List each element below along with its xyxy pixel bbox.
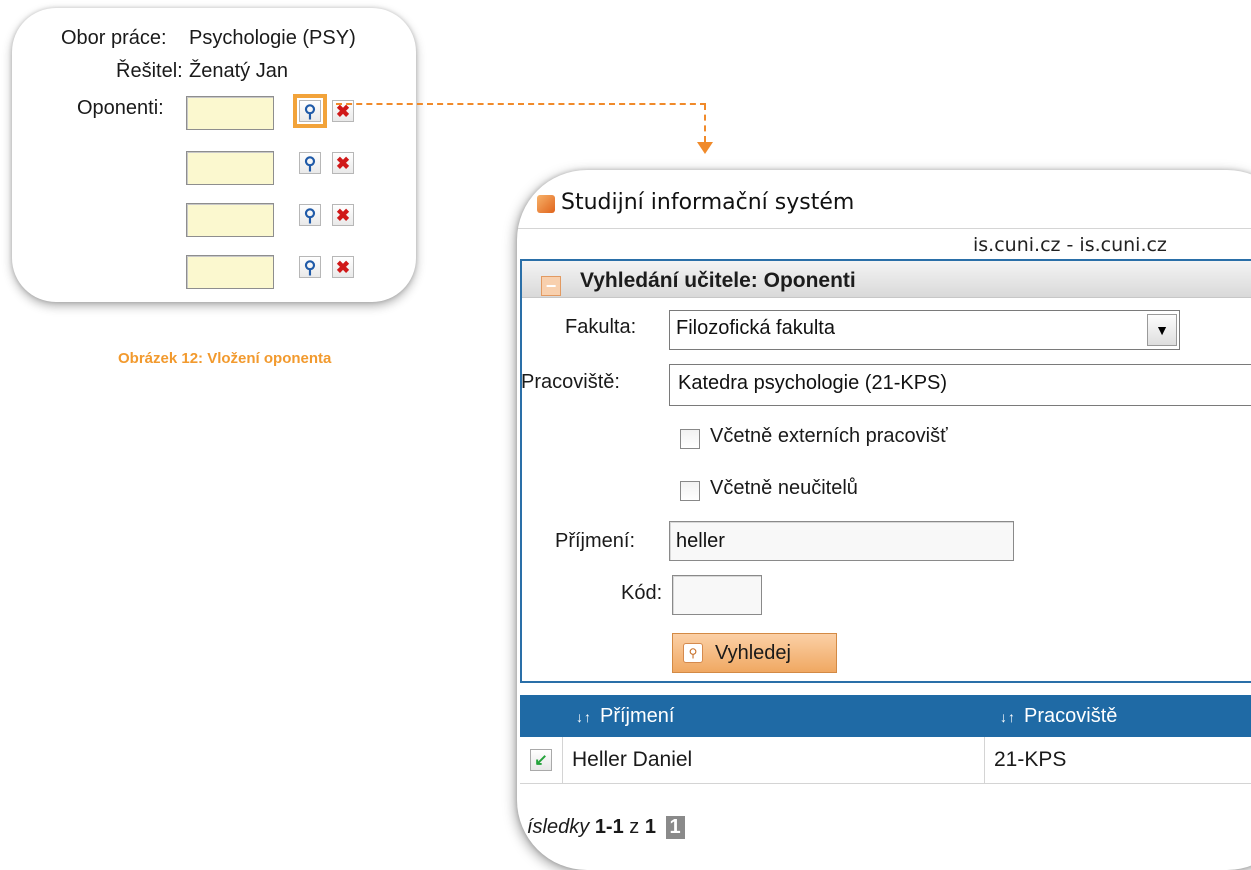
results-table-header: ↓↑ Příjmení ↓↑ Pracoviště [520, 695, 1251, 737]
panel-title: Vyhledání učitele: Oponenti [580, 269, 856, 292]
field-label: Obor práce: [61, 27, 167, 49]
select-row-button[interactable]: ↙ [530, 749, 552, 771]
sort-arrows-icon: ↓↑ [1000, 709, 1016, 725]
column-divider [984, 737, 985, 783]
search-icon: ⚲ [303, 257, 317, 277]
surname-input[interactable]: heller [669, 521, 1014, 561]
teacher-search-popup: Studijní informační systém is.cuni.cz - … [517, 170, 1251, 870]
opponents-label: Oponenti: [77, 97, 164, 119]
collapse-button[interactable]: − [541, 276, 561, 296]
field-value: Psychologie (PSY) [189, 27, 356, 49]
opponent-search-button-4[interactable]: ⚲ [299, 256, 321, 278]
search-icon: ⚲ [303, 205, 317, 225]
include-external-label: Včetně externích pracovišť [710, 425, 948, 447]
results-summary: ísledky 1-1 z 1 1 [527, 816, 685, 839]
include-external-checkbox[interactable] [680, 429, 700, 449]
opponent-form-card: Obor práce: Psychologie (PSY) Řešitel: Ž… [12, 8, 416, 302]
connector-line-vertical [704, 104, 706, 142]
results-total: 1 [644, 816, 656, 838]
opponent-input-1[interactable] [186, 96, 274, 130]
code-label: Kód: [621, 582, 663, 604]
row-workplace: 21-KPS [994, 748, 1067, 771]
search-button-label: Vyhledej [715, 641, 791, 664]
column-divider [562, 737, 563, 783]
opponent-search-button-3[interactable]: ⚲ [299, 204, 321, 226]
title-separator [517, 228, 1251, 229]
solver-value: Ženatý Jan [189, 60, 288, 82]
opponent-delete-button-3[interactable]: ✖ [332, 204, 354, 226]
sort-surname-header[interactable]: ↓↑ Příjmení [576, 705, 674, 728]
opponent-delete-button-2[interactable]: ✖ [332, 152, 354, 174]
opponent-delete-button-4[interactable]: ✖ [332, 256, 354, 278]
faculty-select[interactable]: Filozofická fakulta ▼ [669, 310, 1180, 350]
highlight-frame [293, 94, 327, 128]
search-icon: ⚲ [683, 643, 703, 663]
results-prefix: ísledky [527, 816, 590, 838]
current-page[interactable]: 1 [665, 816, 685, 839]
search-button[interactable]: ⚲ Vyhledej [672, 633, 837, 673]
header-workplace: Pracoviště [1024, 705, 1118, 727]
opponent-input-2[interactable] [186, 151, 274, 185]
connector-line [336, 103, 706, 105]
results-of: z [629, 816, 640, 838]
arrow-down-icon [697, 142, 713, 154]
delete-icon: ✖ [335, 101, 351, 121]
faculty-label: Fakulta: [565, 316, 637, 338]
delete-icon: ✖ [335, 205, 351, 225]
table-row[interactable]: ↙ Heller Daniel 21-KPS [520, 737, 1251, 784]
window-title: Studijní informační systém [561, 190, 855, 215]
opponent-search-button-2[interactable]: ⚲ [299, 152, 321, 174]
delete-icon: ✖ [335, 153, 351, 173]
sort-arrows-icon: ↓↑ [576, 709, 592, 725]
results-range: 1-1 [594, 816, 624, 838]
select-arrow-icon: ↙ [534, 752, 548, 769]
surname-label: Příjmení: [555, 530, 636, 552]
opponent-input-3[interactable] [186, 203, 274, 237]
sort-workplace-header[interactable]: ↓↑ Pracoviště [1000, 705, 1117, 728]
delete-icon: ✖ [335, 257, 351, 277]
code-input[interactable] [672, 575, 762, 615]
opponent-input-4[interactable] [186, 255, 274, 289]
host-label: is.cuni.cz - is.cuni.cz [973, 234, 1167, 256]
faculty-value: Filozofická fakulta [676, 317, 835, 339]
figure-caption: Obrázek 12: Vložení oponenta [118, 350, 332, 367]
include-nonteachers-label: Včetně neučitelů [710, 477, 858, 499]
row-name: Heller Daniel [572, 748, 693, 771]
search-icon: ⚲ [303, 153, 317, 173]
solver-label: Řešitel: [116, 60, 183, 82]
app-icon [537, 195, 555, 213]
chevron-down-icon[interactable]: ▼ [1147, 314, 1177, 346]
workplace-label: Pracoviště: [521, 371, 620, 393]
header-surname: Příjmení [600, 705, 675, 727]
workplace-value: Katedra psychologie (21-KPS) [678, 372, 948, 394]
include-nonteachers-checkbox[interactable] [680, 481, 700, 501]
workplace-select[interactable]: Katedra psychologie (21-KPS) [669, 364, 1251, 406]
